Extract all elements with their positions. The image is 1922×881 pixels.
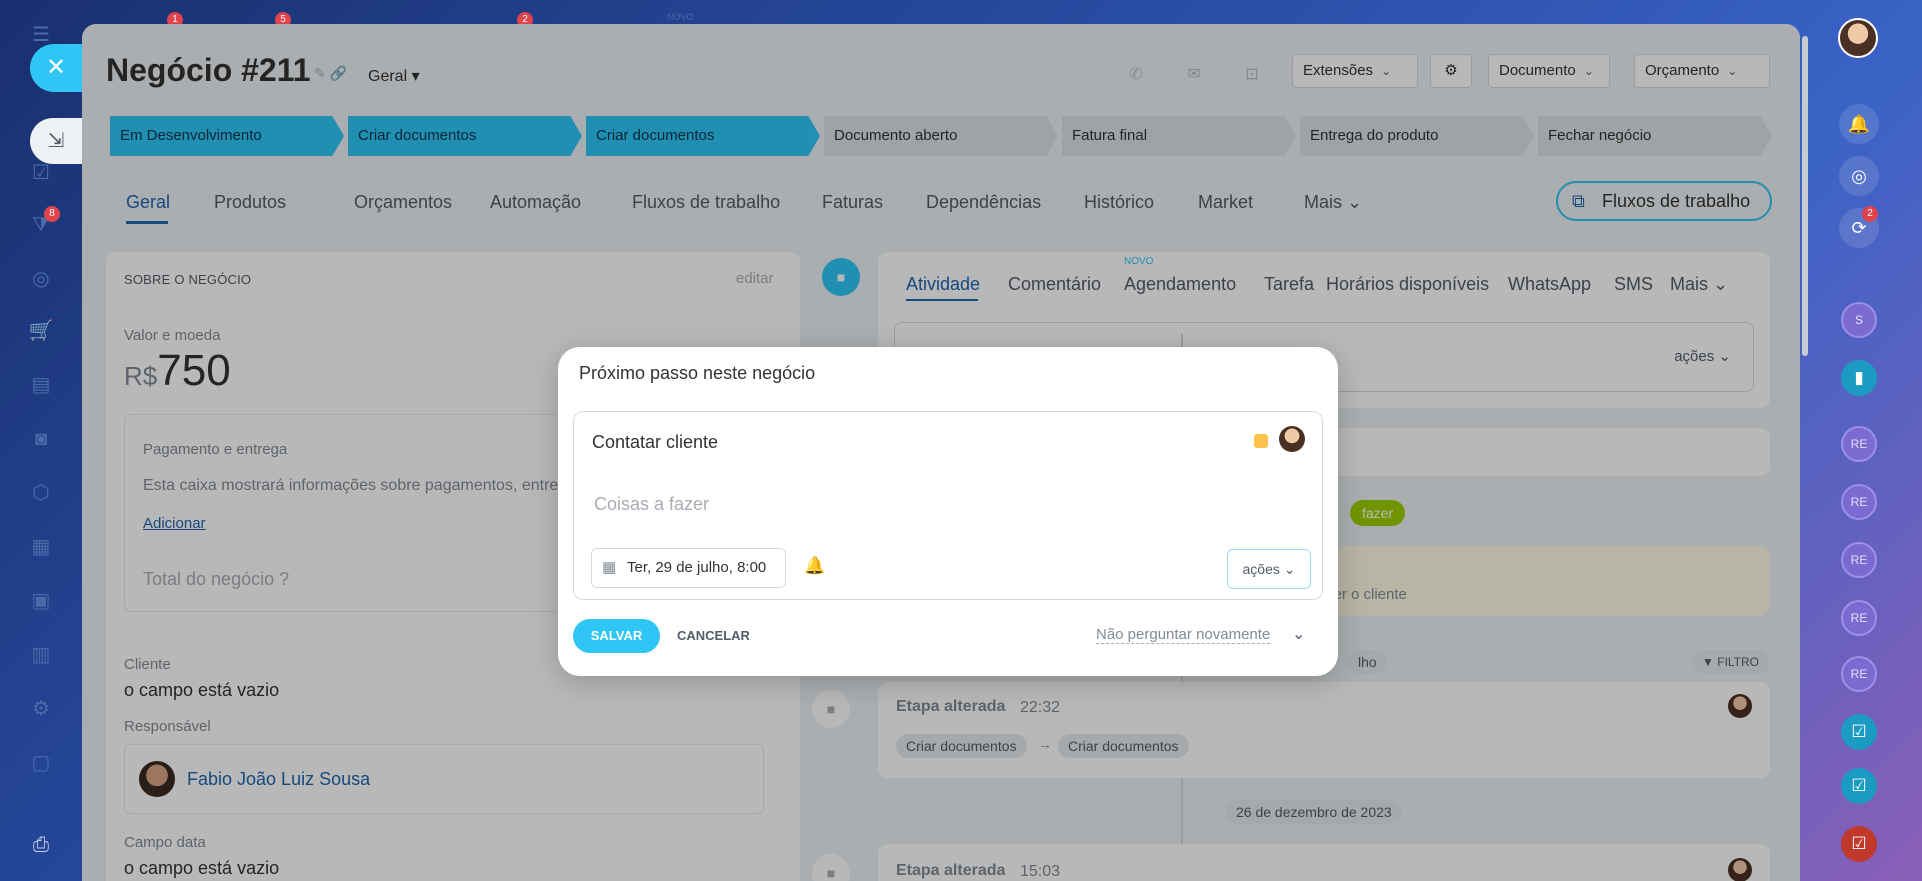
deadline-value: Ter, 29 de julho, 8:00	[627, 559, 767, 576]
task-icon[interactable]: ☑	[1841, 768, 1877, 804]
task-editor: Contatar cliente Coisas a fazer ▦ Ter, 2…	[573, 411, 1323, 600]
settings-icon[interactable]: ⚙	[28, 696, 54, 722]
contact-avatar[interactable]: RE	[1841, 656, 1877, 692]
chevron-down-icon[interactable]: ⌄	[1292, 624, 1305, 644]
bookmark-icon[interactable]: ▮	[1841, 360, 1877, 396]
cancel-button[interactable]: CANCELAR	[677, 619, 750, 653]
bell-icon[interactable]: 🔔	[1839, 104, 1879, 144]
calendar-icon: ▦	[602, 559, 617, 576]
dont-ask-again-link[interactable]: Não perguntar novamente	[1096, 626, 1271, 644]
todo-input[interactable]: Coisas a fazer	[594, 494, 709, 515]
actions-label: ações	[1242, 561, 1280, 577]
target-icon[interactable]: ◎	[1839, 156, 1879, 196]
task-icon[interactable]: ☑	[1841, 826, 1877, 862]
document-icon[interactable]: ▢	[28, 750, 54, 776]
contact-card-icon[interactable]: ▤	[28, 372, 54, 398]
deadline-picker[interactable]: ▦ Ter, 29 de julho, 8:00	[591, 548, 786, 588]
task-title[interactable]: Contatar cliente	[592, 432, 718, 453]
contact-avatar[interactable]: RE	[1841, 542, 1877, 578]
calendar-icon[interactable]: ▣	[28, 588, 54, 614]
building-icon[interactable]: ▦	[28, 534, 54, 560]
box-icon[interactable]: ⬡	[28, 480, 54, 506]
scrollbar[interactable]	[1802, 36, 1808, 356]
dialog-title: Próximo passo neste negócio	[579, 363, 816, 383]
reminder-bell-icon[interactable]: 🔔	[804, 556, 825, 576]
minimize-icon[interactable]: ⇲	[30, 118, 82, 164]
target-icon[interactable]: ◎	[28, 266, 54, 292]
next-step-dialog: Próximo passo neste negócio Contatar cli…	[558, 347, 1338, 676]
chat-badge: 2	[1862, 206, 1878, 222]
user-avatar[interactable]	[1838, 18, 1878, 58]
printer-icon[interactable]: ⎙	[28, 832, 54, 858]
save-button[interactable]: SALVAR	[573, 619, 660, 653]
contact-avatar[interactable]: RE	[1841, 484, 1877, 520]
contact-avatar[interactable]: RE	[1841, 426, 1877, 462]
robot-icon[interactable]: ◙	[28, 426, 54, 452]
assignee-avatar[interactable]	[1279, 426, 1305, 452]
chart-icon[interactable]: ▥	[28, 642, 54, 668]
color-flag-icon[interactable]	[1254, 434, 1268, 448]
close-icon[interactable]: ✕	[30, 44, 82, 92]
crm-badge: 8	[44, 206, 60, 222]
cart-icon[interactable]: 🛒	[28, 318, 54, 344]
task-icon[interactable]: ☑	[1841, 714, 1877, 750]
actions-dropdown[interactable]: ações ⌄	[1227, 549, 1311, 589]
new-badge: NOVO	[667, 12, 694, 22]
contact-avatar[interactable]: RE	[1841, 600, 1877, 636]
contact-avatar[interactable]: S	[1841, 302, 1877, 338]
